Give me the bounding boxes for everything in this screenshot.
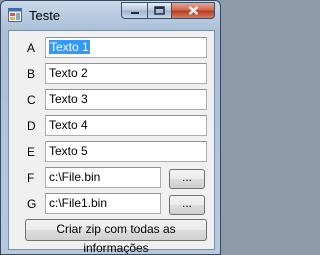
window-title: Teste	[29, 8, 61, 23]
label-b: B	[27, 67, 36, 81]
file-path-field-f[interactable]: c:\File.bin	[45, 167, 161, 188]
maximize-icon	[154, 6, 165, 15]
file-path-field-g[interactable]: c:\File1.bin	[45, 193, 161, 214]
browse-button-g[interactable]: ...	[169, 195, 205, 215]
text-field-a-value: Texto 1	[49, 40, 90, 54]
label-a: A	[27, 41, 36, 55]
label-e: E	[27, 145, 36, 159]
title-bar[interactable]: Teste	[1, 1, 220, 29]
label-c: C	[27, 93, 36, 107]
app-window: Teste A Texto 1 B Texto 2 C Texto 3 D Te…	[0, 0, 221, 255]
label-f: F	[27, 171, 35, 185]
browse-button-f[interactable]: ...	[169, 169, 205, 189]
label-d: D	[27, 119, 36, 133]
maximize-button[interactable]	[147, 2, 172, 19]
text-field-b[interactable]: Texto 2	[45, 63, 207, 84]
text-field-e[interactable]: Texto 5	[45, 141, 207, 162]
close-icon	[188, 6, 198, 15]
text-field-d[interactable]: Texto 4	[45, 115, 207, 136]
minimize-icon	[130, 11, 139, 14]
label-g: G	[27, 197, 37, 211]
minimize-button[interactable]	[121, 2, 147, 19]
create-zip-button[interactable]: Criar zip com todas as informações	[25, 219, 207, 254]
form-body: A Texto 1 B Texto 2 C Texto 3 D Texto 4 …	[8, 30, 215, 254]
app-icon	[8, 8, 22, 22]
text-field-c[interactable]: Texto 3	[45, 89, 207, 110]
text-field-a[interactable]: Texto 1	[45, 37, 207, 58]
close-button[interactable]	[172, 2, 215, 19]
caption-buttons	[121, 2, 215, 20]
